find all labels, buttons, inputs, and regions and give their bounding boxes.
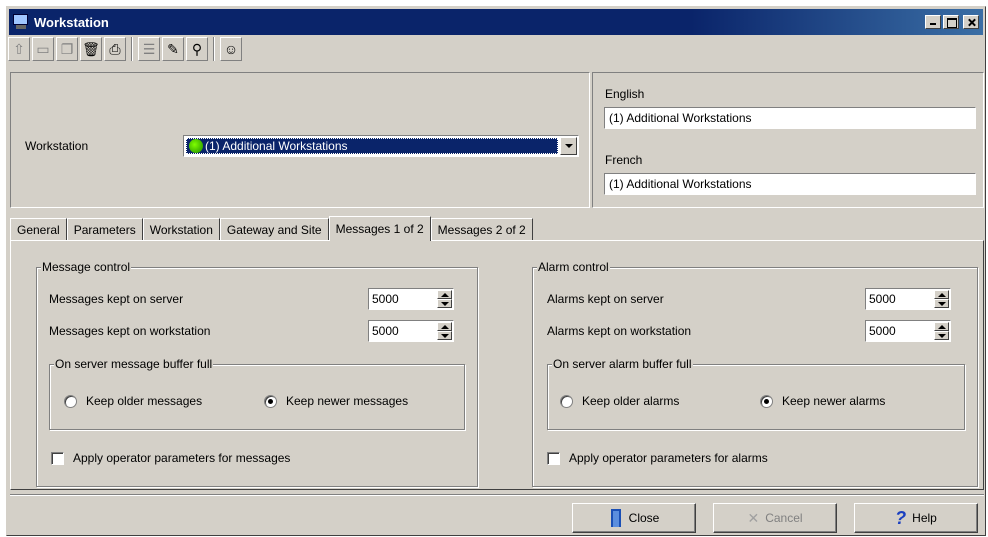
language-names-panel: English (1) Additional Workstations Fren…	[592, 72, 984, 208]
messages-kept-on-workstation-value: 5000	[372, 324, 399, 338]
tab-messages-2-of-2[interactable]: Messages 2 of 2	[430, 218, 533, 240]
help-icon: ?	[895, 507, 907, 528]
english-name-value: (1) Additional Workstations	[609, 111, 752, 125]
new-button[interactable]: ⇧	[8, 37, 30, 61]
close-button[interactable]: Close	[572, 503, 696, 533]
cancel-button[interactable]: ✕ Cancel	[713, 503, 837, 533]
spin-up-icon[interactable]	[934, 322, 949, 331]
message-control-group: Message control Messages kept on server …	[36, 260, 478, 487]
keep-older-alarms-label: Keep older alarms	[582, 394, 680, 408]
alarms-kept-on-workstation-spinner[interactable]: 5000	[865, 320, 951, 342]
alarms-kept-on-workstation-label: Alarms kept on workstation	[547, 324, 692, 338]
close-window-button[interactable]	[963, 15, 979, 29]
alarms-kept-on-server-label: Alarms kept on server	[547, 292, 664, 306]
alarm-buffer-group: On server alarm buffer full Keep older a…	[547, 357, 965, 430]
messages-kept-on-server-spinner[interactable]: 5000	[368, 288, 454, 310]
tab-messages-1-of-2[interactable]: Messages 1 of 2	[328, 216, 431, 241]
find-button[interactable]: ⚲	[186, 37, 208, 61]
alarms-kept-on-workstation-value: 5000	[869, 324, 896, 338]
list-icon: ☰	[142, 40, 156, 57]
delete-button[interactable]: 🗑	[80, 37, 102, 61]
alarm-control-group: Alarm control Alarms kept on server 5000…	[532, 260, 978, 487]
workstation-label: Workstation	[25, 139, 89, 153]
cancel-button-label: Cancel	[765, 511, 803, 525]
spin-down-icon[interactable]	[934, 299, 949, 308]
tab-strip: General Parameters Workstation Gateway a…	[10, 216, 533, 241]
apply-operator-params-messages-label: Apply operator parameters for messages	[73, 451, 291, 465]
footer-divider	[10, 494, 984, 496]
copy-icon: ❐	[60, 40, 74, 57]
keep-older-messages-label: Keep older messages	[86, 394, 203, 408]
english-name-field[interactable]: (1) Additional Workstations	[604, 107, 976, 129]
new-icon: ⇧	[13, 40, 25, 57]
message-buffer-group: On server message buffer full Keep older…	[49, 357, 465, 430]
workstation-combo[interactable]: (1) Additional Workstations	[183, 135, 579, 157]
toolbar-separator	[213, 37, 215, 61]
alarms-kept-on-server-value: 5000	[869, 292, 896, 306]
title-bar[interactable]: Workstation	[9, 9, 983, 35]
tab-workstation[interactable]: Workstation	[142, 218, 220, 240]
close-button-label: Close	[628, 511, 660, 525]
user-button[interactable]: ☺	[220, 37, 242, 61]
messages-kept-on-server-label: Messages kept on server	[49, 292, 184, 306]
messages-kept-on-workstation-label: Messages kept on workstation	[49, 324, 211, 338]
message-buffer-title: On server message buffer full	[54, 357, 214, 371]
find-icon: ⚲	[191, 40, 203, 57]
cancel-icon: ✕	[747, 509, 760, 526]
alarm-buffer-title: On server alarm buffer full	[552, 357, 693, 371]
print-icon: ⎙	[109, 40, 121, 57]
messages-kept-on-workstation-spinner[interactable]: 5000	[368, 320, 454, 342]
spin-up-icon[interactable]	[934, 290, 949, 299]
list-button[interactable]: ☰	[138, 37, 160, 61]
link-button[interactable]: ✎	[162, 37, 184, 61]
print-button[interactable]: ⎙	[104, 37, 126, 61]
english-label: English	[605, 87, 645, 101]
tab-parameters[interactable]: Parameters	[66, 218, 143, 240]
spin-down-icon[interactable]	[437, 331, 452, 340]
workstation-combo-selection: (1) Additional Workstations	[186, 138, 558, 154]
help-button[interactable]: ? Help	[854, 503, 978, 533]
apply-operator-params-alarms-label: Apply operator parameters for alarms	[569, 451, 768, 465]
computer-icon	[12, 13, 30, 31]
french-label: French	[605, 153, 643, 167]
link-icon: ✎	[167, 40, 179, 57]
french-name-value: (1) Additional Workstations	[609, 177, 752, 191]
messages-tab-page: Message control Messages kept on server …	[10, 240, 984, 490]
french-name-field[interactable]: (1) Additional Workstations	[604, 173, 976, 195]
spin-up-icon[interactable]	[437, 322, 452, 331]
keep-newer-alarms-label: Keep newer alarms	[782, 394, 886, 408]
keep-newer-messages-label: Keep newer messages	[286, 394, 409, 408]
door-icon	[609, 509, 623, 527]
tab-general[interactable]: General	[10, 218, 67, 240]
workstation-combo-value: (1) Additional Workstations	[205, 139, 348, 153]
window-title: Workstation	[34, 14, 109, 30]
save-button[interactable]: ▭	[32, 37, 54, 61]
keep-older-alarms-radio[interactable]	[560, 395, 573, 408]
maximize-button[interactable]	[943, 15, 959, 29]
keep-newer-messages-radio[interactable]	[264, 395, 277, 408]
chevron-down-icon[interactable]	[560, 137, 577, 155]
tab-gateway-and-site[interactable]: Gateway and Site	[219, 218, 329, 240]
alarm-control-title: Alarm control	[537, 260, 610, 274]
message-control-title: Message control	[41, 260, 132, 274]
user-icon: ☺	[223, 41, 239, 57]
workstation-selector-panel: Workstation (1) Additional Workstations	[10, 72, 590, 208]
toolbar-separator	[131, 37, 133, 61]
delete-icon: 🗑	[82, 40, 100, 57]
toolbar: ⇧ ▭ ❐ 🗑 ⎙ ☰ ✎ ⚲ ☺	[8, 34, 333, 64]
spin-down-icon[interactable]	[934, 331, 949, 340]
workstation-status-icon	[189, 139, 203, 153]
minimize-button[interactable]	[925, 15, 941, 29]
keep-newer-alarms-radio[interactable]	[760, 395, 773, 408]
apply-operator-params-messages-checkbox[interactable]	[51, 452, 64, 465]
messages-kept-on-server-value: 5000	[372, 292, 399, 306]
keep-older-messages-radio[interactable]	[64, 395, 77, 408]
copy-button[interactable]: ❐	[56, 37, 78, 61]
save-icon: ▭	[36, 40, 50, 57]
spin-down-icon[interactable]	[437, 299, 452, 308]
apply-operator-params-alarms-checkbox[interactable]	[547, 452, 560, 465]
help-button-label: Help	[912, 511, 937, 525]
spin-up-icon[interactable]	[437, 290, 452, 299]
alarms-kept-on-server-spinner[interactable]: 5000	[865, 288, 951, 310]
